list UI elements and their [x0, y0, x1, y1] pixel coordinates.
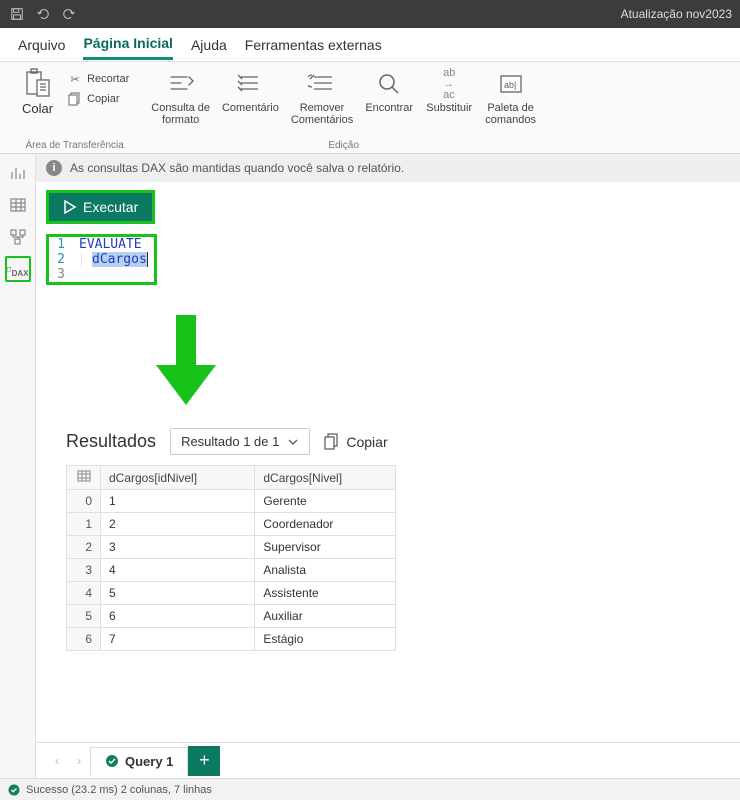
- ribbon: Colar ✂Recortar Copiar Área de Transferê…: [0, 62, 740, 154]
- dax-view-icon[interactable]: DAX: [5, 256, 31, 282]
- cell: 2: [101, 513, 255, 536]
- replace-icon: ab→ac: [433, 68, 465, 100]
- tab-prev-button[interactable]: ‹: [46, 749, 68, 773]
- ribbon-group-label-clipboard: Área de Transferência: [25, 140, 123, 151]
- menu-pagina-inicial[interactable]: Página Inicial: [83, 29, 172, 60]
- cell: Analista: [255, 559, 396, 582]
- paste-button[interactable]: Colar: [18, 66, 57, 138]
- uncomment-icon: [306, 68, 338, 100]
- cell: Gerente: [255, 490, 396, 513]
- svg-text:ab|: ab|: [504, 80, 516, 90]
- app-title: Atualização nov2023: [621, 7, 732, 21]
- dax-editor[interactable]: 1EVALUATE 2dCargos 3: [46, 234, 157, 285]
- row-number: 2: [67, 536, 101, 559]
- query-tabs: ‹ › Query 1 +: [36, 742, 740, 778]
- success-icon: [105, 754, 119, 768]
- success-icon: [8, 784, 20, 796]
- replace-button[interactable]: ab→acSubstituir: [421, 66, 477, 138]
- copy-button[interactable]: Copiar: [65, 90, 131, 108]
- undo-icon[interactable]: [34, 5, 52, 23]
- column-header[interactable]: dCargos[Nivel]: [255, 466, 396, 490]
- cell: Assistente: [255, 582, 396, 605]
- cell: Supervisor: [255, 536, 396, 559]
- command-palette-button[interactable]: ab|Paleta de comandos: [481, 66, 540, 138]
- table-row[interactable]: 12Coordenador: [67, 513, 396, 536]
- table-row[interactable]: 34Analista: [67, 559, 396, 582]
- cell: Coordenador: [255, 513, 396, 536]
- menubar: Arquivo Página Inicial Ajuda Ferramentas…: [0, 28, 740, 62]
- cell: 1: [101, 490, 255, 513]
- menu-ajuda[interactable]: Ajuda: [191, 31, 227, 59]
- chevron-down-icon: [287, 436, 299, 448]
- remove-comments-button[interactable]: Remover Comentários: [287, 66, 357, 138]
- row-number: 4: [67, 582, 101, 605]
- play-icon: [63, 200, 77, 214]
- table-corner: [67, 466, 101, 490]
- copy-icon: [67, 91, 83, 107]
- palette-icon: ab|: [495, 68, 527, 100]
- view-sidebar: DAX: [0, 154, 36, 778]
- results-selector[interactable]: Resultado 1 de 1: [170, 428, 310, 455]
- copy-results-button[interactable]: Copiar: [324, 433, 387, 451]
- cell: 6: [101, 605, 255, 628]
- row-number: 1: [67, 513, 101, 536]
- results-title: Resultados: [66, 431, 156, 452]
- format-query-button[interactable]: Consulta de formato: [147, 66, 214, 138]
- line-number: 3: [49, 267, 71, 282]
- info-bar: i As consultas DAX são mantidas quando v…: [36, 154, 740, 182]
- results-panel: Resultados Resultado 1 de 1 Copiar dCarg…: [36, 428, 740, 659]
- add-query-button[interactable]: +: [188, 746, 220, 776]
- row-number: 5: [67, 605, 101, 628]
- table-row[interactable]: 23Supervisor: [67, 536, 396, 559]
- column-header[interactable]: dCargos[idNivel]: [101, 466, 255, 490]
- save-icon[interactable]: [8, 5, 26, 23]
- ribbon-group-label-edit: Edição: [328, 140, 359, 151]
- info-text: As consultas DAX são mantidas quando voc…: [70, 161, 404, 175]
- results-table: dCargos[idNivel] dCargos[Nivel] 01Gerent…: [66, 465, 396, 651]
- paste-label: Colar: [22, 101, 53, 116]
- comment-button[interactable]: Comentário: [218, 66, 283, 138]
- format-icon: [165, 68, 197, 100]
- clipboard-icon: [25, 68, 51, 101]
- cell: Estágio: [255, 628, 396, 651]
- table-row[interactable]: 56Auxiliar: [67, 605, 396, 628]
- query-tab-1[interactable]: Query 1: [90, 747, 188, 775]
- cell: 3: [101, 536, 255, 559]
- table-row[interactable]: 01Gerente: [67, 490, 396, 513]
- row-number: 3: [67, 559, 101, 582]
- scissors-icon: ✂: [67, 71, 83, 87]
- table-row[interactable]: 67Estágio: [67, 628, 396, 651]
- row-number: 6: [67, 628, 101, 651]
- info-icon: i: [46, 160, 62, 176]
- cell: 5: [101, 582, 255, 605]
- line-number: 2: [49, 252, 71, 267]
- copy-icon: [324, 433, 340, 451]
- menu-ferramentas-externas[interactable]: Ferramentas externas: [245, 31, 382, 59]
- line-number: 1: [49, 237, 71, 252]
- cut-button[interactable]: ✂Recortar: [65, 70, 131, 88]
- tab-next-button[interactable]: ›: [68, 749, 90, 773]
- search-icon: [373, 68, 405, 100]
- status-bar: Sucesso (23.2 ms) 2 colunas, 7 linhas: [0, 778, 740, 800]
- report-view-icon[interactable]: [5, 160, 31, 186]
- model-view-icon[interactable]: [5, 224, 31, 250]
- ribbon-group-edit: Consulta de formato Comentário Remover C…: [139, 66, 548, 153]
- find-button[interactable]: Encontrar: [361, 66, 417, 138]
- status-text: Sucesso (23.2 ms) 2 colunas, 7 linhas: [26, 784, 212, 796]
- table-row[interactable]: 45Assistente: [67, 582, 396, 605]
- cell: 7: [101, 628, 255, 651]
- main-area: i As consultas DAX são mantidas quando v…: [36, 154, 740, 778]
- annotation-arrow: [156, 315, 740, 408]
- comment-icon: [234, 68, 266, 100]
- menu-arquivo[interactable]: Arquivo: [18, 31, 65, 59]
- redo-icon[interactable]: [60, 5, 78, 23]
- cell: 4: [101, 559, 255, 582]
- cell: Auxiliar: [255, 605, 396, 628]
- titlebar: Atualização nov2023: [0, 0, 740, 28]
- run-button[interactable]: Executar: [46, 190, 155, 224]
- ribbon-group-clipboard: Colar ✂Recortar Copiar Área de Transferê…: [10, 66, 139, 153]
- row-number: 0: [67, 490, 101, 513]
- table-view-icon[interactable]: [5, 192, 31, 218]
